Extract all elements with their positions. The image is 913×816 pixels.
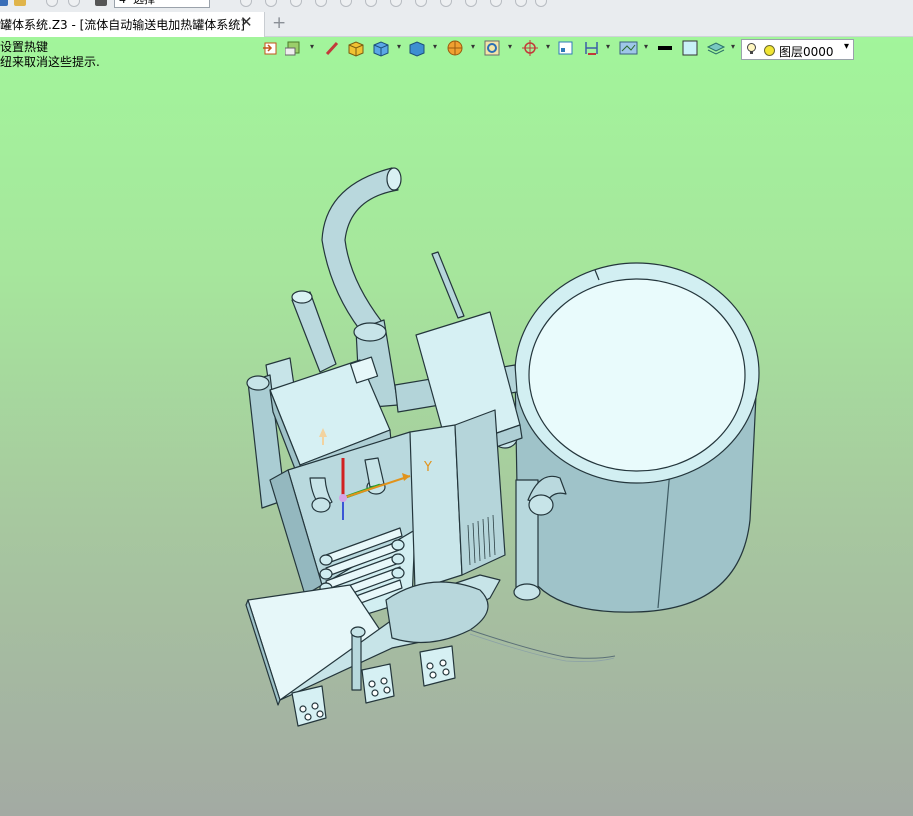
circle-tool-icon[interactable] bbox=[365, 0, 377, 7]
display-filter-icon[interactable] bbox=[483, 39, 512, 57]
layer-manager-icon[interactable] bbox=[706, 39, 735, 57]
save-icon[interactable] bbox=[95, 0, 107, 6]
y-axis-label: Y bbox=[424, 460, 432, 475]
layer-value: 图层0000 bbox=[779, 45, 834, 59]
layer-color-dot bbox=[764, 45, 775, 56]
line-color-icon[interactable] bbox=[657, 39, 673, 57]
dimension-icon[interactable] bbox=[583, 39, 610, 57]
redo-icon[interactable] bbox=[68, 0, 80, 7]
array-tool-icon[interactable] bbox=[490, 0, 502, 7]
open-file-icon[interactable] bbox=[14, 0, 26, 6]
measure-tool-icon[interactable] bbox=[290, 0, 302, 7]
document-tab-label: 罐体系统.Z3 - [流体自动输送电加热罐体系统] bbox=[0, 18, 245, 32]
pick-filter-icon[interactable] bbox=[521, 39, 550, 57]
layer-select[interactable]: 图层0000 ▾ bbox=[741, 39, 854, 60]
lightbulb-icon bbox=[747, 43, 756, 54]
new-tab-button[interactable]: + bbox=[272, 13, 286, 33]
exit-sketch-icon[interactable] bbox=[262, 39, 278, 57]
help-icon[interactable] bbox=[535, 0, 547, 7]
undo-icon[interactable] bbox=[46, 0, 58, 7]
snap-tool-icon[interactable] bbox=[265, 0, 277, 7]
offset-tool-icon[interactable] bbox=[465, 0, 477, 7]
filter-combo[interactable]: 4 ·选择 bbox=[114, 0, 210, 8]
arc-tool-icon[interactable] bbox=[340, 0, 352, 7]
model-render[interactable] bbox=[0, 37, 913, 816]
document-tab[interactable]: 罐体系统.Z3 - [流体自动输送电加热罐体系统] ✕ bbox=[0, 12, 265, 37]
select-tool-icon[interactable] bbox=[240, 0, 252, 7]
chevron-down-icon[interactable]: ▾ bbox=[844, 41, 849, 52]
section-icon[interactable] bbox=[446, 39, 475, 57]
rotate-tool-icon[interactable] bbox=[390, 0, 402, 7]
face-color-icon[interactable] bbox=[681, 39, 699, 57]
line-tool-icon[interactable] bbox=[315, 0, 327, 7]
3d-viewport[interactable]: 设置热键 纽来取消这些提示. Y ▾ ▾ ▾ ▾ ▾ ▾ ▾ ▾ ▾ 图层000… bbox=[0, 37, 913, 816]
pan-tool-icon[interactable] bbox=[415, 0, 427, 7]
document-tab-bar: 罐体系统.Z3 - [流体自动输送电加热罐体系统] ✕ + bbox=[0, 12, 913, 37]
app-menu-icon[interactable] bbox=[0, 0, 8, 6]
view-orient-icon[interactable] bbox=[408, 39, 437, 57]
close-tab-icon[interactable]: ✕ bbox=[240, 13, 253, 31]
mirror-tool-icon[interactable] bbox=[440, 0, 452, 7]
settings-icon[interactable] bbox=[515, 0, 527, 7]
render-mode-icon[interactable] bbox=[284, 39, 314, 57]
background-icon[interactable] bbox=[619, 39, 648, 57]
shaded-box-icon[interactable] bbox=[347, 39, 365, 57]
pencil-icon[interactable] bbox=[324, 39, 340, 57]
fit-view-icon[interactable] bbox=[557, 39, 575, 57]
view-cube-icon[interactable] bbox=[372, 39, 401, 57]
